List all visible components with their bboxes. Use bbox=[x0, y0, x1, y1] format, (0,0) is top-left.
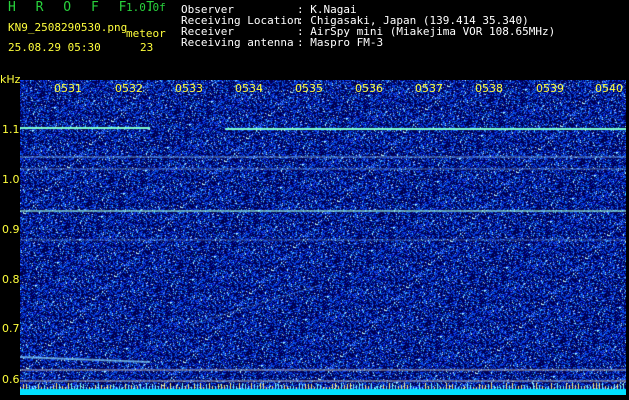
y-tick-0.8: 0.8 bbox=[2, 273, 20, 286]
y-tick-1.1: 1.1 bbox=[2, 123, 20, 136]
y-tick-0.7: 0.7 bbox=[2, 322, 20, 335]
y-axis-unit: kHz bbox=[0, 73, 21, 86]
x-tick-0532: 0532 bbox=[115, 82, 143, 95]
x-tick-0537: 0537 bbox=[415, 82, 443, 95]
file-name: KN9_2508290530.png bbox=[8, 21, 128, 34]
datetime-label: 25.08.29 05:30 bbox=[8, 41, 101, 54]
spectrogram bbox=[20, 80, 626, 395]
x-tick-0534: 0534 bbox=[235, 82, 263, 95]
hrofft-window: H R O F F T 1.0.0f KN9_2508290530.png me… bbox=[0, 0, 629, 400]
antenna-value: : Maspro FM-3 bbox=[297, 36, 384, 49]
y-tick-0.9: 0.9 bbox=[2, 223, 20, 236]
y-tick-0.6: 0.6 bbox=[2, 373, 20, 386]
y-tick-1.0: 1.0 bbox=[2, 173, 20, 186]
mode-label: meteor bbox=[126, 27, 166, 40]
x-tick-0533: 0533 bbox=[175, 82, 203, 95]
x-tick-0538: 0538 bbox=[475, 82, 503, 95]
x-tick-0531: 0531 bbox=[54, 82, 82, 95]
app-version: 1.0.0f bbox=[126, 1, 166, 14]
spectrogram-canvas bbox=[20, 80, 626, 395]
x-tick-0540: 0540 bbox=[595, 82, 623, 95]
x-tick-0535: 0535 bbox=[295, 82, 323, 95]
x-tick-0539: 0539 bbox=[536, 82, 564, 95]
antenna-key: Receiving antenna bbox=[181, 36, 294, 49]
count-label: 23 bbox=[140, 41, 154, 54]
x-tick-0536: 0536 bbox=[355, 82, 383, 95]
